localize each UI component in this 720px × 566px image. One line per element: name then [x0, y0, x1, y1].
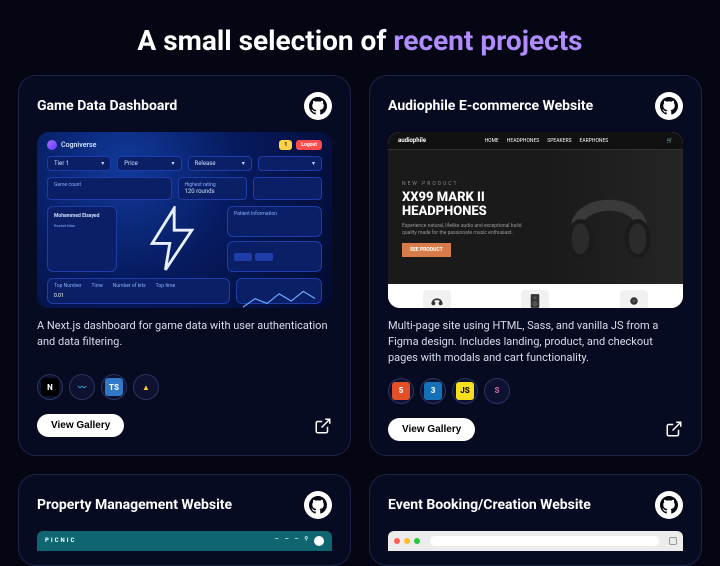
lightning-bolt-icon: [145, 206, 199, 272]
project-card: Property Management Website PICNIC ———⚲: [18, 474, 351, 566]
project-preview: audiophile HOME HEADPHONES SPEAKERS EARP…: [388, 132, 683, 308]
project-title: Property Management Website: [37, 497, 232, 513]
preview-nav-link: SPEAKERS: [547, 138, 571, 144]
tech-icon-sass: S: [484, 378, 510, 404]
view-gallery-button[interactable]: View Gallery: [37, 414, 124, 437]
preview-th: Time: [92, 283, 103, 289]
project-preview: [388, 531, 683, 551]
preview-th: Number of kits: [113, 283, 146, 289]
headline-prefix: A small selection of: [137, 24, 393, 57]
github-link[interactable]: [304, 92, 332, 120]
github-link[interactable]: [655, 491, 683, 519]
preview-nav-link: EARPHONES: [580, 138, 609, 144]
github-link[interactable]: [304, 491, 332, 519]
headline-accent: recent projects: [393, 24, 582, 57]
cart-icon: 🛒: [667, 138, 673, 144]
tech-row: 53JSS: [388, 378, 683, 404]
project-desc: Multi-page site using HTML, Sass, and va…: [388, 318, 683, 366]
preview-tag: NEW PRODUCT: [402, 181, 549, 187]
page-headline: A small selection of recent projects: [0, 0, 720, 75]
preview-brand: audiophile: [398, 137, 426, 144]
preview-paragraph: Experience natural, lifelike audio and e…: [402, 223, 522, 237]
tech-row: N〰TS▲: [37, 374, 332, 400]
preview-nav-link: HOME: [485, 138, 499, 144]
project-title: Event Booking/Creation Website: [388, 497, 591, 513]
preview-chip: Logout: [296, 140, 322, 150]
preview-stat-label: Game count: [54, 182, 165, 188]
project-card: Game Data Dashboard Cogniverse 1 Logout …: [18, 75, 351, 456]
project-preview: PICNIC ———⚲: [37, 531, 332, 551]
preview-filter: Release: [195, 160, 216, 167]
external-link-icon[interactable]: [314, 417, 332, 435]
tech-icon-css3: 3: [420, 378, 446, 404]
preview-cta: SEE PRODUCT: [402, 243, 451, 257]
tech-icon-firebase: ▲: [133, 374, 159, 400]
project-card: Audiophile E-commerce Website audiophile…: [369, 75, 702, 456]
preview-th: Top time: [156, 283, 176, 289]
preview-h1: HEADPHONES: [402, 204, 487, 219]
preview-nav-link: HEADPHONES: [507, 138, 540, 144]
preview-filter: Tier 1: [54, 160, 69, 167]
github-icon: [660, 97, 678, 115]
tech-icon-tailwind: 〰: [69, 374, 95, 400]
preview-filter: Price: [124, 160, 138, 167]
preview-brand: PICNIC: [45, 537, 76, 544]
preview-chip: 1: [279, 140, 292, 150]
project-preview: Cogniverse 1 Logout Tier 1▾ Price▾ Relea…: [37, 132, 332, 308]
github-icon: [309, 97, 327, 115]
headphones-icon: [554, 164, 664, 274]
preview-user-sub: Rocket Man: [54, 223, 110, 228]
preview-stat-value: 120 rounds: [185, 188, 240, 195]
tech-icon-javascript: JS: [452, 378, 478, 404]
project-title: Audiophile E-commerce Website: [388, 98, 593, 114]
github-icon: [309, 496, 327, 514]
preview-panel-title: Patient Information: [234, 211, 315, 217]
external-link-icon[interactable]: [665, 420, 683, 438]
tech-icon-nextjs: N: [37, 374, 63, 400]
view-gallery-button[interactable]: View Gallery: [388, 418, 475, 441]
preview-th: Top Number: [54, 283, 82, 289]
preview-brand: Cogniverse: [61, 141, 96, 149]
github-link[interactable]: [655, 92, 683, 120]
project-title: Game Data Dashboard: [37, 98, 177, 114]
github-icon: [660, 496, 678, 514]
tech-icon-html5: 5: [388, 378, 414, 404]
preview-sparkline: [243, 289, 315, 308]
preview-h1: XX99 MARK II: [402, 190, 485, 205]
project-card: Event Booking/Creation Website: [369, 474, 702, 566]
tech-icon-typescript: TS: [101, 374, 127, 400]
project-desc: A Next.js dashboard for game data with u…: [37, 318, 332, 362]
